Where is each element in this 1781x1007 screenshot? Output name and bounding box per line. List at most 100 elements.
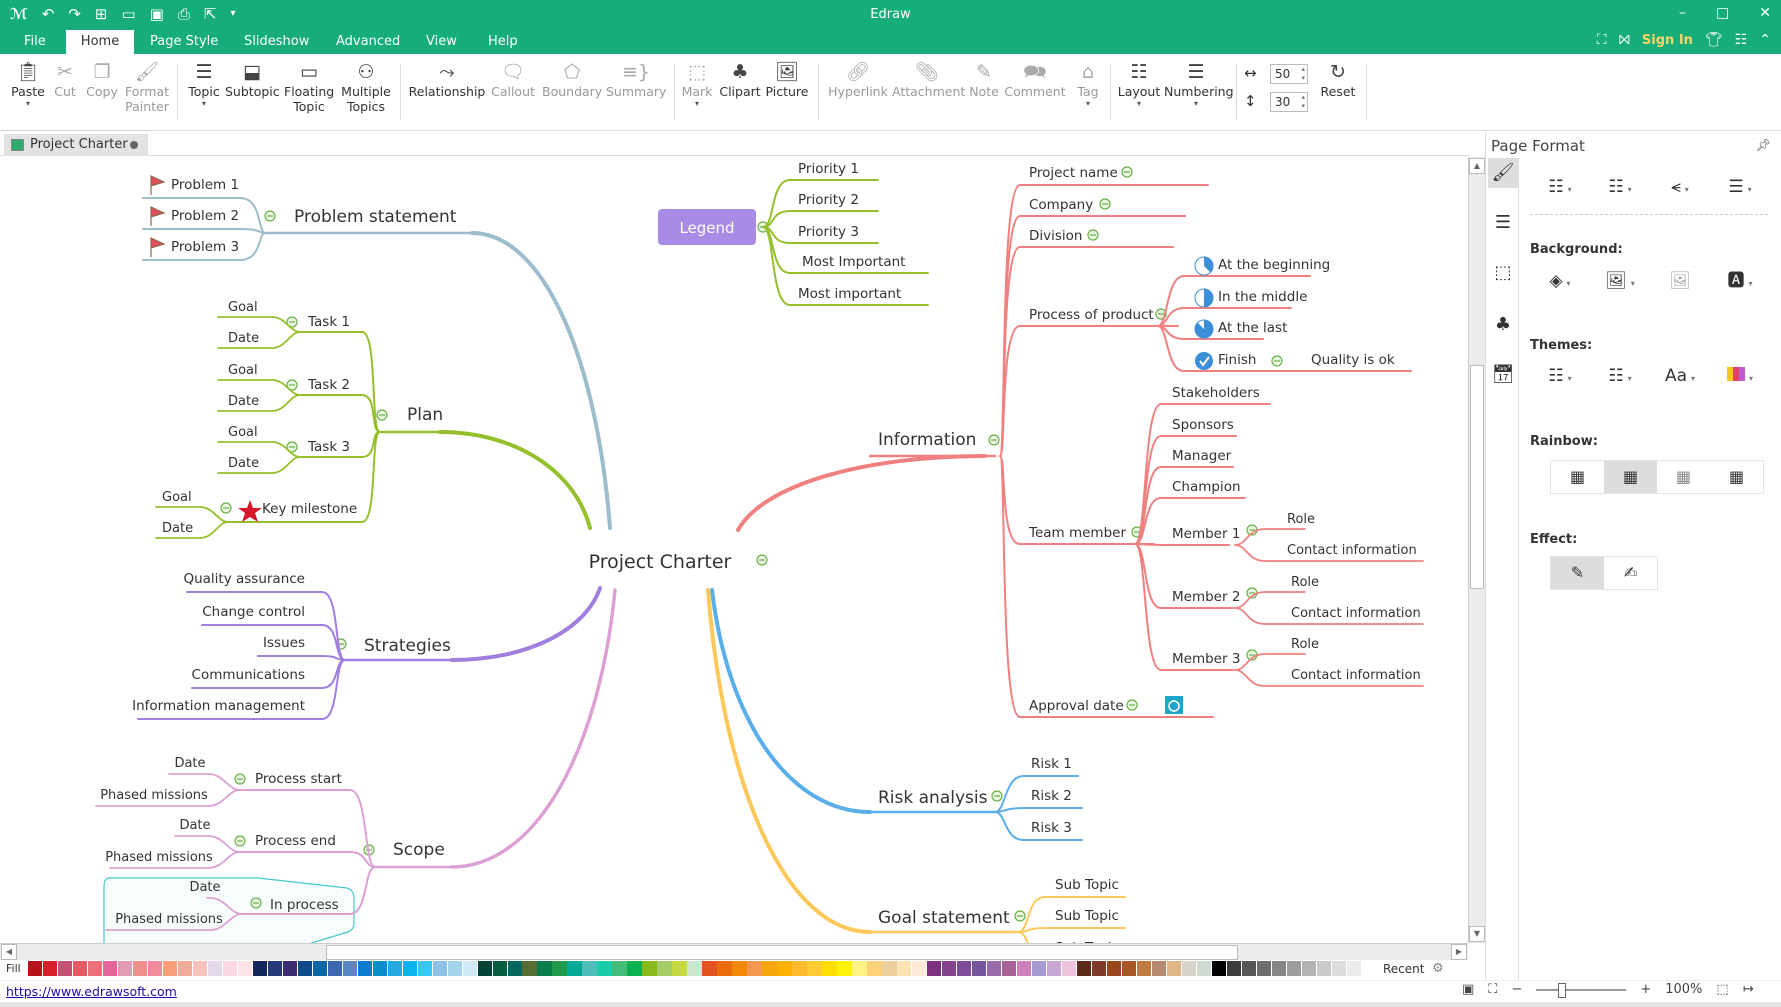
- subtopic-goal[interactable]: Sub Topic: [1055, 877, 1119, 893]
- subtopic-task[interactable]: Task 2: [307, 377, 350, 393]
- color-swatch[interactable]: [1091, 961, 1107, 976]
- share-icon[interactable]: ⨝: [1619, 32, 1630, 48]
- leaf-role[interactable]: Role: [1291, 637, 1319, 652]
- color-swatch[interactable]: [447, 961, 462, 976]
- color-swatch[interactable]: [1106, 961, 1122, 976]
- color-swatch[interactable]: [1316, 961, 1332, 976]
- color-swatch[interactable]: [357, 961, 373, 976]
- leaf-goal[interactable]: Goal: [162, 490, 192, 505]
- legend-item[interactable]: Priority 1: [798, 161, 859, 177]
- color-swatch[interactable]: [912, 961, 927, 976]
- subtopic-team-member[interactable]: Team member: [1028, 525, 1126, 541]
- scroll-up-arrow[interactable]: ▲: [1469, 158, 1485, 174]
- process-stage[interactable]: At the beginning: [1218, 257, 1330, 273]
- subtopic-strategy[interactable]: Change control: [202, 604, 305, 620]
- color-swatch[interactable]: [837, 961, 852, 976]
- color-swatch[interactable]: [102, 961, 118, 976]
- topic-scope[interactable]: Scope: [393, 840, 445, 860]
- scroll-down-arrow[interactable]: ▼: [1469, 926, 1485, 942]
- leaf-goal[interactable]: Goal: [228, 425, 258, 440]
- color-swatch[interactable]: [147, 961, 163, 976]
- leaf-date[interactable]: Date: [228, 456, 259, 471]
- team-item[interactable]: Stakeholders: [1172, 385, 1260, 401]
- topic-risk-analysis[interactable]: Risk analysis: [878, 788, 988, 808]
- process-stage[interactable]: In the middle: [1218, 289, 1307, 305]
- more-colors-icon[interactable]: ⚙: [1432, 961, 1444, 976]
- color-swatch[interactable]: [1331, 961, 1347, 976]
- leaf-goal[interactable]: Goal: [228, 363, 258, 378]
- color-swatch[interactable]: [387, 961, 403, 976]
- leaf-role[interactable]: Role: [1291, 575, 1319, 590]
- subtopic-approval-date[interactable]: Approval date: [1029, 698, 1124, 714]
- theme-style-dropdown[interactable]: ☷ ▾: [1590, 363, 1650, 389]
- comment-button[interactable]: 🗪︎ Comment: [1004, 60, 1066, 99]
- subtopic-problem[interactable]: Problem 3: [171, 239, 239, 255]
- theme-shirt-icon[interactable]: 👕︎: [1705, 32, 1723, 48]
- leaf-date[interactable]: Date: [228, 394, 259, 409]
- vertical-scrollbar[interactable]: ▲ ▼: [1468, 157, 1485, 943]
- multiple-topics-button[interactable]: ⚇ Multiple Topics: [340, 60, 392, 114]
- color-swatch[interactable]: [1061, 961, 1077, 976]
- tab-view[interactable]: View: [412, 30, 471, 54]
- subtopic-risk[interactable]: Risk 2: [1031, 788, 1072, 804]
- color-swatch[interactable]: [1001, 961, 1017, 976]
- color-swatch[interactable]: [282, 961, 298, 976]
- tab-home[interactable]: Home: [66, 30, 134, 54]
- subtopic-key-milestone[interactable]: Key milestone: [262, 501, 357, 517]
- numbering-button[interactable]: ☰ Numbering ▾: [1164, 60, 1234, 109]
- hyperlink-button[interactable]: 🔗︎ Hyperlink: [826, 60, 890, 99]
- process-stage[interactable]: At the last: [1218, 320, 1287, 336]
- color-swatch[interactable]: [507, 961, 522, 976]
- tab-page-style[interactable]: Page Style: [136, 30, 232, 54]
- mindmap-canvas[interactable]: Project Charter Problem statement Problem …: [0, 157, 1468, 943]
- attachment-button[interactable]: 📎︎ Attachment: [892, 60, 965, 99]
- apps-grid-icon[interactable]: ☷: [1735, 32, 1748, 48]
- color-swatch[interactable]: [162, 961, 178, 976]
- fit-page-icon[interactable]: ▣: [1462, 982, 1474, 997]
- floating-topic-button[interactable]: ▭ Floating Topic: [284, 60, 334, 114]
- color-swatch[interactable]: [297, 961, 313, 976]
- theme-dropdown[interactable]: ☷ ▾: [1530, 363, 1590, 389]
- note-button[interactable]: ✎ Note: [966, 60, 1002, 99]
- color-swatch[interactable]: [687, 961, 702, 976]
- recent-colors-label[interactable]: Recent: [1383, 962, 1424, 976]
- color-swatch[interactable]: [597, 961, 612, 976]
- color-swatch[interactable]: [87, 961, 103, 976]
- color-swatch[interactable]: [822, 961, 837, 976]
- legend-item[interactable]: Priority 2: [798, 192, 859, 208]
- color-swatch[interactable]: [177, 961, 193, 976]
- team-item[interactable]: Member 3: [1172, 651, 1240, 667]
- layout-button[interactable]: ☷ Layout ▾: [1116, 60, 1162, 109]
- leaf-date[interactable]: Date: [162, 521, 193, 536]
- color-swatch[interactable]: [207, 961, 223, 976]
- legend-item[interactable]: Most Important: [802, 254, 905, 270]
- color-swatch[interactable]: [627, 961, 642, 976]
- subtopic-problem[interactable]: Problem 1: [171, 177, 239, 193]
- subtopic-task[interactable]: Task 3: [307, 439, 350, 455]
- clipart-button[interactable]: ♣ Clipart: [718, 60, 762, 99]
- subtopic-scope[interactable]: In process: [270, 897, 339, 913]
- color-swatch[interactable]: [942, 961, 957, 976]
- leaf-date[interactable]: Date: [228, 331, 259, 346]
- color-swatch[interactable]: [537, 961, 552, 976]
- leaf-contact-information[interactable]: Contact information: [1291, 668, 1421, 683]
- color-swatch[interactable]: [1166, 961, 1182, 976]
- color-swatch[interactable]: [957, 961, 972, 976]
- sign-in-button[interactable]: Sign In: [1642, 33, 1693, 48]
- legend-label[interactable]: Legend: [679, 219, 734, 237]
- color-swatch[interactable]: [1016, 961, 1032, 976]
- color-swatch[interactable]: [1136, 961, 1152, 976]
- rainbow-option-1[interactable]: ▦: [1551, 461, 1604, 493]
- subtopic-strategy[interactable]: Information management: [132, 698, 305, 714]
- cut-button[interactable]: ✂ Cut: [50, 60, 80, 99]
- color-swatch[interactable]: [1346, 961, 1362, 976]
- tab-advanced[interactable]: Advanced: [322, 30, 414, 54]
- mark-tab-icon[interactable]: ⬚: [1488, 258, 1518, 288]
- clipart-tab-icon[interactable]: ♣: [1488, 310, 1518, 340]
- vertical-spacing-input[interactable]: 30: [1270, 92, 1308, 112]
- theme-font-dropdown[interactable]: Aa ▾: [1650, 363, 1710, 389]
- subtopic-problem[interactable]: Problem 2: [171, 208, 239, 224]
- fit-selection-icon[interactable]: ⬚: [1716, 982, 1728, 997]
- color-swatch[interactable]: [1181, 961, 1197, 976]
- zoom-level[interactable]: 100%: [1665, 982, 1702, 997]
